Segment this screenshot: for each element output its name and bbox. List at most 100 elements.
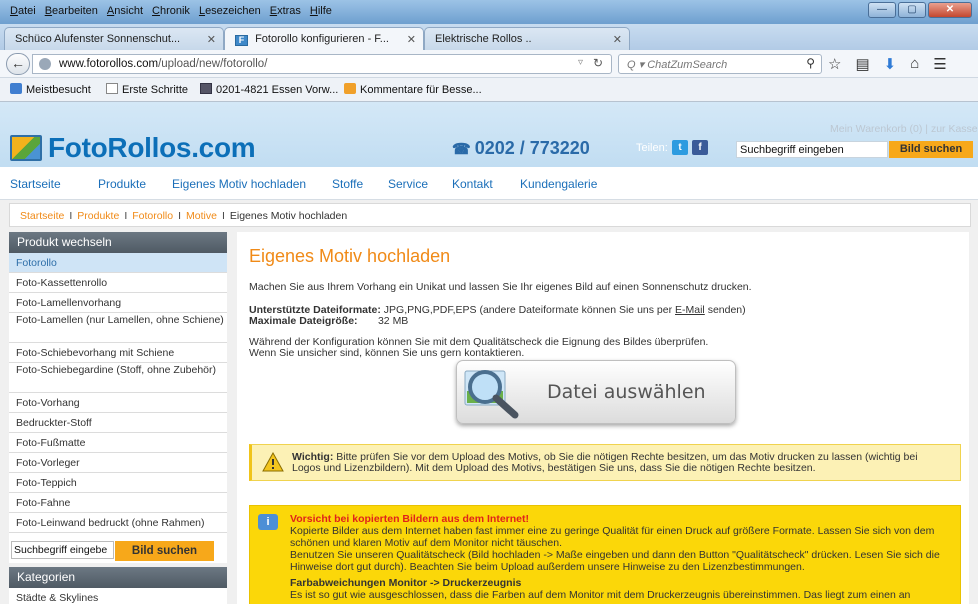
quality-text-2: Wenn Sie unsicher sind, können Sie uns g… [249, 347, 525, 359]
menu-extras[interactable]: Extras [270, 5, 301, 17]
share-label: Teilen: [636, 142, 668, 154]
bookmarks-bar: Meistbesucht Erste Schritte 0201-4821 Es… [0, 78, 978, 102]
page-title: Eigenes Motiv hochladen [249, 246, 451, 266]
warning-icon [262, 452, 284, 472]
nav-startseite[interactable]: Startseite [10, 177, 61, 191]
nav-stoffe[interactable]: Stoffe [332, 177, 363, 191]
url-dropdown-icon[interactable]: ▿ [578, 57, 583, 68]
download-icon[interactable]: ⬇ [884, 55, 897, 73]
site-identity-icon[interactable] [39, 58, 51, 70]
menu-hamburger-icon[interactable]: ☰ [933, 55, 946, 73]
menu-bearbeiten[interactable]: Bearbeiten [45, 5, 98, 17]
choose-file-label: Datei auswählen [547, 381, 706, 403]
url-bar[interactable]: www.fotorollos.com/upload/new/fotorollo/… [32, 54, 612, 74]
bookmark-kommentare[interactable]: Kommentare für Besse... [344, 83, 482, 96]
site-header: FotoRollos.com ☎ 0202 / 773220 Teilen: t … [0, 102, 978, 167]
fotorollos-favicon-icon: F [235, 35, 248, 46]
facebook-icon[interactable]: f [692, 140, 708, 155]
sidebar-item-teppich[interactable]: Foto-Teppich [9, 473, 227, 493]
sidebar-item-fahne[interactable]: Foto-Fahne [9, 493, 227, 513]
minimize-button[interactable]: — [868, 2, 896, 18]
sidebar-item-kassettenrollo[interactable]: Foto-Kassettenrollo [9, 273, 227, 293]
search-icon[interactable]: ⚲ [806, 56, 815, 70]
search-engine-selector[interactable]: Q ▾ [627, 59, 644, 71]
menu-ansicht[interactable]: Ansicht [107, 5, 143, 17]
info-text-1: Kopierte Bilder aus dem Internet haben f… [290, 525, 935, 549]
header-search-button[interactable]: Bild suchen [889, 141, 973, 158]
breadcrumb-produkte[interactable]: Produkte [77, 210, 119, 222]
sidebar-item-vorleger[interactable]: Foto-Vorleger [9, 453, 227, 473]
choose-file-button[interactable]: Datei auswählen [456, 360, 736, 424]
sidebar-item-leinwand[interactable]: Foto-Leinwand bedruckt (ohne Rahmen) [9, 513, 227, 533]
site-icon [200, 83, 212, 94]
info-subheading: Farbabweichungen Monitor -> Druckerzeugn… [290, 577, 522, 589]
sidebar-search-input[interactable]: Suchbegriff eingebe [11, 541, 114, 559]
twitter-icon[interactable]: t [672, 140, 688, 155]
rss-feed-icon [344, 83, 356, 94]
sidebar: Produkt wechseln Fotorollo Foto-Kassette… [9, 232, 227, 604]
bookmark-folder-icon [10, 83, 22, 94]
sidebar-item-vorhang[interactable]: Foto-Vorhang [9, 393, 227, 413]
tab-label: Fotorollo konfigurieren - F... [255, 33, 389, 45]
sidebar-item-fotorollo[interactable]: Fotorollo [9, 253, 227, 273]
tab-elektrische-rollos[interactable]: Elektrische Rollos .. ✕ [424, 27, 630, 50]
menu-hilfe[interactable]: Hilfe [310, 5, 332, 17]
info-icon: i [258, 514, 278, 530]
breadcrumb-startseite[interactable]: Startseite [20, 210, 64, 222]
main-content: Eigenes Motiv hochladen Machen Sie aus I… [237, 232, 969, 604]
nav-eigenes-motiv[interactable]: Eigenes Motiv hochladen [172, 177, 306, 191]
category-item[interactable]: Städte & Skylines [9, 588, 227, 604]
main-navigation: Startseite Produkte Eigenes Motiv hochla… [0, 167, 978, 200]
bookmark-erste-schritte[interactable]: Erste Schritte [106, 83, 188, 96]
header-search-input[interactable]: Suchbegriff eingeben [736, 141, 888, 158]
tab-schueco[interactable]: Schüco Alufenster Sonnenschut... ✕ [4, 27, 224, 50]
bookmark-star-icon[interactable]: ☆ [828, 55, 841, 73]
sidebar-item-schiebevorhang[interactable]: Foto-Schiebevorhang mit Schiene [9, 343, 227, 363]
bookmark-meistbesucht[interactable]: Meistbesucht [10, 83, 91, 96]
tab-label: Elektrische Rollos .. [435, 33, 532, 45]
sidebar-item-stoff[interactable]: Bedruckter-Stoff [9, 413, 227, 433]
sidebar-search: Suchbegriff eingebe Bild suchen [9, 533, 227, 563]
reading-list-icon[interactable]: ▤ [855, 55, 869, 73]
nav-kundengalerie[interactable]: Kundengalerie [520, 177, 597, 191]
sidebar-item-fussmatte[interactable]: Foto-Fußmatte [9, 433, 227, 453]
tab-fotorollo[interactable]: F Fotorollo konfigurieren - F... ✕ [224, 27, 424, 50]
filesize-line: Maximale Dateigröße: 32 MB [249, 315, 409, 327]
menu-datei[interactable]: Datei [10, 5, 36, 17]
menu-chronik[interactable]: Chronik [152, 5, 190, 17]
close-tab-icon[interactable]: ✕ [407, 33, 416, 46]
search-input[interactable]: Q ▾ ChatZumSearch ⚲ [618, 54, 822, 74]
close-tab-icon[interactable]: ✕ [207, 33, 216, 46]
close-tab-icon[interactable]: ✕ [613, 33, 622, 46]
breadcrumb-motive[interactable]: Motive [186, 210, 217, 222]
sidebar-item-schiebegardine[interactable]: Foto-Schiebegardine (Stoff, ohne Zubehör… [9, 363, 227, 393]
warning-box: Wichtig: Bitte prüfen Sie vor dem Upload… [249, 444, 961, 481]
close-window-button[interactable]: ✕ [928, 2, 972, 18]
nav-produkte[interactable]: Produkte [98, 177, 146, 191]
sidebar-item-lamellenvorhang[interactable]: Foto-Lamellenvorhang [9, 293, 227, 313]
maximize-button[interactable]: ▢ [898, 2, 926, 18]
url-path: /upload/new/fotorollo/ [158, 58, 268, 70]
info-heading: Vorsicht bei kopierten Bildern aus dem I… [290, 513, 530, 525]
categories-heading: Kategorien [9, 567, 227, 588]
info-box: i Vorsicht bei kopierten Bildern aus dem… [249, 505, 961, 604]
info-text-3: Es ist so gut wie ausgeschlossen, dass d… [290, 589, 911, 601]
nav-service[interactable]: Service [388, 177, 428, 191]
logo-icon [10, 135, 42, 161]
site-logo[interactable]: FotoRollos.com [10, 132, 256, 164]
nav-kontakt[interactable]: Kontakt [452, 177, 493, 191]
sidebar-search-button[interactable]: Bild suchen [115, 541, 214, 561]
breadcrumb-current: Eigenes Motiv hochladen [229, 210, 348, 222]
menu-bar: Datei Bearbeiten Ansicht Chronik Lesezei… [0, 0, 978, 24]
reload-icon[interactable]: ↻ [593, 56, 603, 70]
bookmark-essen[interactable]: 0201-4821 Essen Vorw... [200, 83, 338, 96]
menu-lesezeichen[interactable]: Lesezeichen [199, 5, 261, 17]
breadcrumb: Startseite I Produkte I Fotorollo I Motive I Eig… [9, 203, 971, 227]
email-link[interactable]: E-Mail [675, 304, 705, 316]
sidebar-item-lamellen[interactable]: Foto-Lamellen (nur Lamellen, ohne Schien… [9, 313, 227, 343]
phone-icon: ☎ [452, 141, 471, 158]
home-icon[interactable]: ⌂ [910, 55, 919, 73]
cart-links[interactable]: Mein Warenkorb (0) | zur Kasse [830, 123, 978, 135]
back-button[interactable]: ← [6, 53, 30, 75]
breadcrumb-fotorollo[interactable]: Fotorollo [132, 210, 173, 222]
